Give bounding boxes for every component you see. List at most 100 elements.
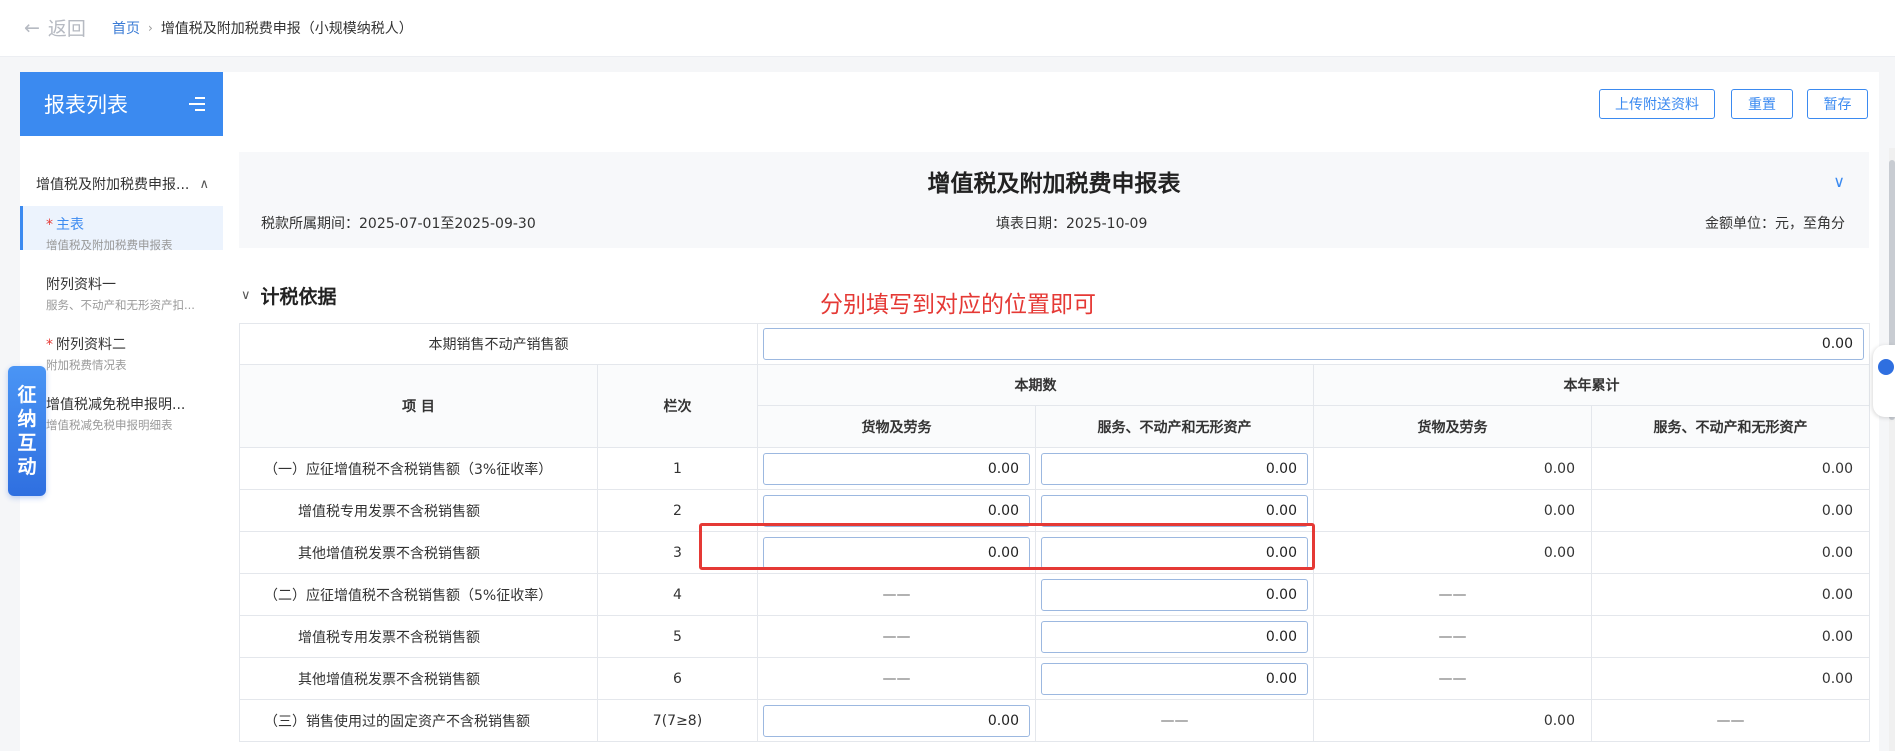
back-button[interactable]: ← 返回 [24,14,86,41]
chevron-right-icon: › [148,21,153,35]
sidebar-title: 报表列表 [44,93,128,117]
header-services-ytd: 服务、不动产和无形资产 [1591,405,1870,448]
sidebar-item-label: 主表 [56,217,84,233]
row-col: 5 [597,615,758,658]
breadcrumb: 首页 › 增值税及附加税费申报（小规模纳税人） [112,18,413,38]
row-label: （二）应征增值税不含税销售额（5%征收率） [239,573,598,616]
sidebar-item-sublabel: 附加税费情况表 [46,358,127,372]
tax-basis-table: 本期销售不动产销售额 0.00 项 目 栏次 本期数 本年累计 货物及劳务 服务… [239,323,1870,742]
sidebar-group-label: 增值税及附加税费申报... [36,177,190,193]
form-header-card: 增值税及附加税费申报表 ∨ 税款所属期间：2025-07-01至2025-09-… [239,152,1869,248]
row-label: 其他增值税发票不含税销售额 [239,657,598,700]
sidebar-header: 报表列表 [20,72,223,136]
amount-value: 0.00 [1591,447,1870,490]
collapse-menu-icon[interactable] [189,97,205,111]
row-col: 2 [597,489,758,532]
amount-unit: 金额单位：元，至角分 [1705,216,1845,232]
empty-dash: —— [1035,699,1314,742]
empty-dash: —— [1591,699,1870,742]
amount-input[interactable]: 0.00 [1041,536,1308,569]
table-row: 本期销售不动产销售额 0.00 [239,323,1870,365]
section-title: 计税依据 [260,286,337,308]
required-mark: * [46,337,53,353]
chevron-down-icon: ∨ [241,288,251,303]
amount-value: 0.00 [1591,573,1870,616]
float-tab-char: 征 [17,384,37,406]
required-mark: * [46,217,53,233]
amount-value: 0.00 [1313,489,1592,532]
table-row: 其他增值税发票不含税销售额 6 —— 0.00 —— 0.00 [239,657,1870,700]
header-current-period: 本期数 [757,364,1314,406]
help-widget[interactable] [1873,345,1895,417]
header-year-to-date: 本年累计 [1313,364,1870,406]
save-draft-button[interactable]: 暂存 [1807,89,1868,119]
amount-value: 0.00 [1313,447,1592,490]
interaction-float-tab[interactable]: 征 纳 互 动 [8,366,46,496]
float-tab-char: 纳 [17,408,37,430]
row-label: （一）应征增值税不含税销售额（3%征收率） [239,447,598,490]
row-col: 4 [597,573,758,616]
sidebar-item-label: 附列资料二 [56,337,126,353]
amount-input[interactable]: 0.00 [763,704,1030,737]
float-tab-char: 动 [17,456,37,478]
upload-attachments-button[interactable]: 上传附送资料 [1599,89,1715,119]
sidebar-item-label: 附列资料一 [46,277,116,293]
report-list-sidebar: 报表列表 增值税及附加税费申报... ∧ * 主表 增值税及附加税费申报表 附列资… [20,72,223,751]
empty-dash: —— [1313,615,1592,658]
row-label: 本期销售不动产销售额 [239,323,758,365]
amount-value: 0.00 [1591,489,1870,532]
amount-input[interactable]: 0.00 [1041,662,1308,695]
row-label: 增值税专用发票不含税销售额 [239,615,598,658]
row-label: 增值税专用发票不含税销售额 [239,489,598,532]
amount-value: 0.00 [1591,531,1870,574]
amount-input[interactable]: 0.00 [1041,452,1308,485]
sidebar-item-sublabel: 服务、不动产和无形资产扣... [46,298,195,312]
sidebar-item-schedule-2[interactable]: * 附列资料二 附加税费情况表 [20,326,223,372]
empty-dash: —— [1313,657,1592,700]
empty-dash: —— [757,573,1036,616]
amount-input[interactable]: 0.00 [763,536,1030,569]
amount-input[interactable]: 0.00 [763,494,1030,527]
empty-dash: —— [757,615,1036,658]
annotation-text: 分别填写到对应的位置即可 [820,292,1096,318]
header-goods: 货物及劳务 [757,405,1036,448]
table-row: 增值税专用发票不含税销售额 2 0.00 0.00 0.00 0.00 [239,489,1870,532]
table-row: （一）应征增值税不含税销售额（3%征收率） 1 0.00 0.00 0.00 0… [239,447,1870,490]
chevron-up-icon: ∧ [199,176,209,192]
fill-date: 填表日期：2025-10-09 [996,216,1148,232]
row-label: （三）销售使用过的固定资产不含税销售额 [239,699,598,742]
amount-input[interactable]: 0.00 [763,452,1030,485]
top-bar: ← 返回 首页 › 增值税及附加税费申报（小规模纳税人） [0,0,1895,57]
sidebar-item-sublabel: 增值税及附加税费申报表 [46,238,173,252]
amount-value: 0.00 [1313,699,1592,742]
amount-input[interactable]: 0.00 [1041,578,1308,611]
chevron-down-icon[interactable]: ∨ [1833,172,1845,191]
sidebar-item-main-form[interactable]: * 主表 增值税及附加税费申报表 [20,206,223,252]
tax-period: 税款所属期间：2025-07-01至2025-09-30 [261,216,536,232]
real-estate-sales-input[interactable]: 0.00 [763,328,1864,360]
sidebar-item-label: 增值税减免税申报明... [46,397,186,413]
arrow-left-icon: ← [24,16,40,39]
table-row: （二）应征增值税不含税销售额（5%征收率） 4 —— 0.00 —— 0.00 [239,573,1870,616]
main-panel: 上传附送资料 重置 暂存 增值税及附加税费申报表 ∨ 税款所属期间：2025-0… [223,72,1879,751]
row-label: 其他增值税发票不含税销售额 [239,531,598,574]
row-col: 1 [597,447,758,490]
amount-value: 0.00 [1591,657,1870,700]
sidebar-item-schedule-1[interactable]: 附列资料一 服务、不动产和无形资产扣... [20,266,223,312]
header-goods-ytd: 货物及劳务 [1313,405,1592,448]
amount-value: 0.00 [1591,615,1870,658]
reset-button[interactable]: 重置 [1731,89,1793,119]
empty-dash: —— [1313,573,1592,616]
amount-input[interactable]: 0.00 [1041,620,1308,653]
header-item: 项 目 [239,364,598,448]
table-row: 其他增值税发票不含税销售额 3 0.00 0.00 0.00 0.00 [239,531,1870,574]
section-tax-basis[interactable]: ∨ 计税依据 [241,282,337,309]
back-label: 返回 [47,18,86,40]
breadcrumb-home-link[interactable]: 首页 [112,18,140,38]
amount-input[interactable]: 0.00 [1041,494,1308,527]
header-services: 服务、不动产和无形资产 [1035,405,1314,448]
breadcrumb-current: 增值税及附加税费申报（小规模纳税人） [160,21,413,37]
sidebar-group-vat[interactable]: 增值税及附加税费申报... ∧ [20,164,223,204]
sidebar-item-vat-exemption[interactable]: 增值税减免税申报明... 增值税减免税申报明细表 [20,386,223,432]
table-row: 增值税专用发票不含税销售额 5 —— 0.00 —— 0.00 [239,615,1870,658]
